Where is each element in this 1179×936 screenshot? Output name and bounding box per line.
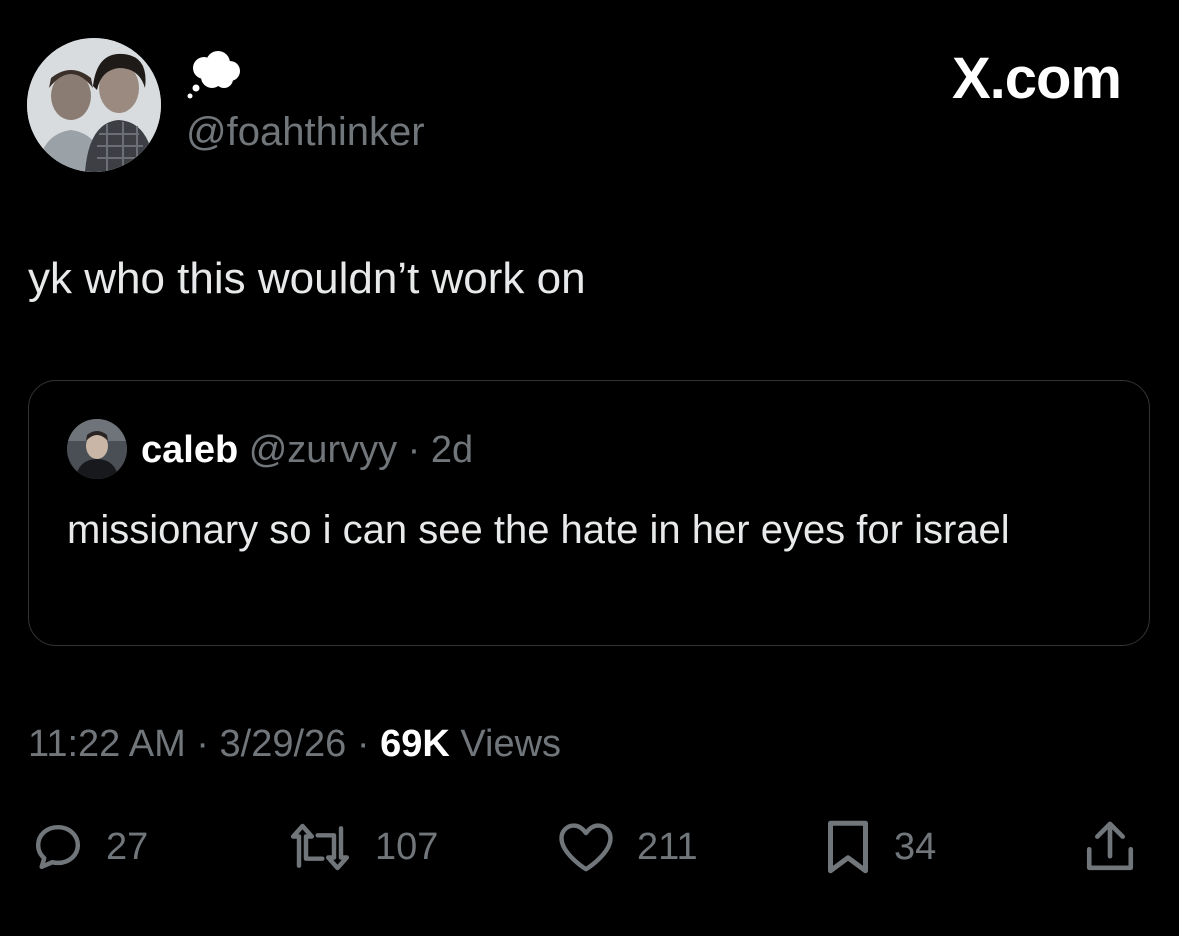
share-button[interactable] — [1082, 812, 1138, 882]
quote-author-name[interactable]: caleb — [141, 429, 238, 471]
repost-icon — [290, 823, 350, 871]
brand-watermark: X.com — [951, 46, 1122, 111]
like-count: 211 — [637, 825, 698, 868]
author-handle[interactable]: @foahthinker — [186, 108, 425, 156]
bookmark-icon — [828, 820, 868, 874]
like-button[interactable]: 211 — [555, 812, 698, 882]
like-icon — [559, 823, 613, 872]
quote-author-handle[interactable]: @zurvyy — [249, 429, 397, 471]
repost-count: 107 — [375, 825, 439, 868]
meta-separator: · — [196, 723, 209, 765]
reply-button[interactable]: 27 — [30, 812, 148, 882]
views-count: 69K — [380, 723, 450, 765]
quoted-tweet[interactable]: caleb @zurvyy · 2d missionary so i can s… — [28, 380, 1150, 646]
action-bar: 27 107 211 34 — [0, 812, 1179, 882]
reply-icon — [35, 824, 81, 870]
bookmark-button[interactable]: 34 — [822, 812, 936, 882]
quote-age: 2d — [430, 429, 474, 471]
views-label: Views — [460, 723, 562, 765]
repost-button[interactable]: 107 — [285, 812, 438, 882]
share-icon — [1086, 821, 1134, 871]
thought-bubble-icon — [186, 50, 242, 100]
quote-header: caleb @zurvyy · 2d — [141, 427, 473, 473]
meta-separator: · — [356, 723, 370, 765]
quote-avatar[interactable] — [67, 419, 127, 479]
quote-text: missionary so i can see the hate in her … — [67, 508, 1010, 552]
avatar[interactable] — [27, 38, 161, 172]
quote-profile-photo-icon — [67, 419, 127, 479]
reply-count: 27 — [106, 825, 149, 868]
tweet-text: yk who this wouldn’t work on — [28, 254, 586, 303]
bookmark-count: 34 — [894, 825, 937, 868]
tweet-time: 11:22 AM — [28, 723, 186, 765]
profile-photo-icon — [27, 38, 161, 172]
tweet-date: 3/29/26 — [219, 723, 347, 765]
tweet-meta: 11:22 AM · 3/29/26 · 69K Views — [28, 720, 561, 768]
quote-separator: · — [407, 429, 421, 471]
